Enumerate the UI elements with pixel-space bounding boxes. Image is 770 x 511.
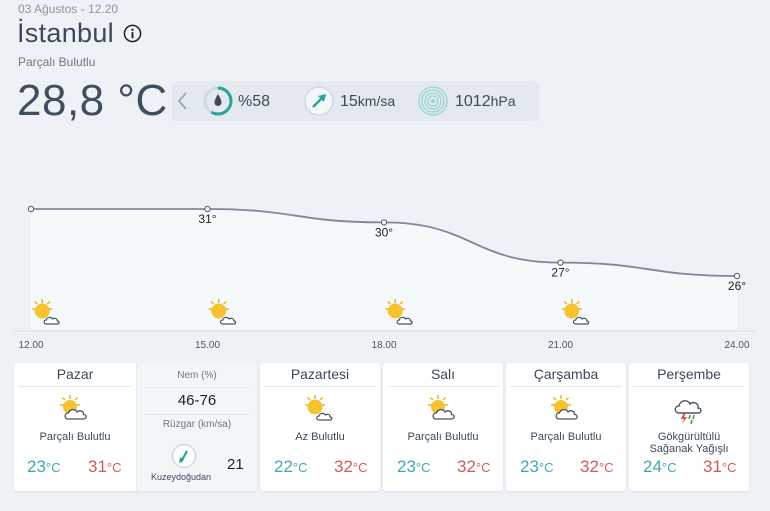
pressure-value: 1012hPa (455, 93, 516, 110)
wind-direction: Kuzeydoğudan (151, 472, 212, 482)
current-condition: Parçalı Bulutlu (18, 55, 96, 69)
day-name: Pazartesi (290, 366, 350, 382)
today-summary: Pazar Parçalı Bulutlu 23°C 31°C (14, 363, 136, 491)
data-point (557, 259, 564, 266)
day-name: Salı (430, 366, 456, 382)
day-name: Perşembe (657, 366, 721, 382)
divider (264, 386, 376, 387)
info-icon[interactable] (123, 24, 142, 43)
weather-description: Parçalı Bulutlu (407, 431, 479, 443)
weather-description: Az Bulutlu (295, 431, 345, 443)
humidity-range: 46-76 (177, 392, 217, 409)
low-temperature: 23°C (397, 457, 431, 476)
wind-direction-icon (304, 86, 334, 116)
forecast-card-today[interactable]: Pazar Parçalı Bulutlu 23°C 31°C Nem (%) … (14, 363, 257, 491)
wind-value: 15km/sa (340, 93, 396, 110)
point-label: 31° (198, 212, 216, 226)
wind-speed: 21 (227, 456, 244, 473)
current-temperature: 28,8 °C (17, 76, 168, 125)
thunderstorm-icon (674, 399, 702, 425)
data-point (733, 272, 741, 280)
hourly-temperature-chart: 12.00 31° 15.00 30° 18.00 27° 21.00 26° 24.00 (14, 205, 756, 351)
divider (145, 414, 249, 415)
wind-label: Rüzgar (km/sa) (162, 419, 232, 430)
point-label: 30° (375, 225, 393, 239)
forecast-card[interactable]: Perşembe Gökgürültülü Sağanak Yağışlı 24°C… (629, 363, 749, 491)
divider (145, 387, 249, 388)
low-temperature: 24°C (643, 457, 677, 476)
low-temperature: 23°C (27, 457, 61, 476)
current-stats-bar: %58 15km/sa 1012hPa (172, 81, 539, 121)
x-tick-label: 21.00 (548, 340, 573, 351)
divider (510, 386, 622, 387)
day-name: Çarşamba (533, 366, 599, 382)
partly-cloudy-icon (427, 394, 455, 420)
high-temperature: 32°C (580, 457, 614, 476)
forecast-card[interactable]: Salı Parçalı Bulutlu 23°C 32°C (383, 363, 503, 491)
date-time: 03 Ağustos - 12.20 (18, 2, 119, 16)
pressure-icon (418, 86, 448, 116)
divider (633, 386, 745, 387)
point-label: 26° (728, 279, 746, 293)
x-tick-label: 18.00 (371, 340, 396, 351)
data-point (204, 205, 211, 213)
data-point (27, 205, 35, 213)
weather-description: Gökgürültülü Sağanak Yağışlı (649, 431, 729, 455)
chevron-left-icon[interactable] (176, 90, 190, 112)
today-details: Nem (%) 46-76 Rüzgar (km/sa) Kuzeydoğuda… (136, 363, 257, 491)
city-name: İstanbul (17, 18, 114, 48)
humidity-icon (203, 86, 233, 116)
weather-description: Parçalı Bulutlu (530, 431, 602, 443)
high-temperature: 31°C (88, 457, 122, 476)
weather-description: Parçalı Bulutlu (39, 431, 111, 443)
forecast-card[interactable]: Pazartesi Az Bulutlu 22°C 32°C (260, 363, 380, 491)
low-temperature: 22°C (274, 457, 308, 476)
data-point (380, 219, 388, 226)
high-temperature: 32°C (457, 457, 491, 476)
day-name: Pazar (56, 366, 94, 382)
forecast-card[interactable]: Çarşamba Parçalı Bulutlu 23°C 32°C (506, 363, 626, 491)
low-temperature: 23°C (520, 457, 554, 476)
mostly-sunny-icon (304, 394, 333, 421)
divider (387, 386, 499, 387)
humidity-label: Nem (%) (177, 370, 217, 381)
high-temperature: 31°C (703, 457, 737, 476)
x-tick-label: 12.00 (18, 340, 43, 351)
wind-direction-icon (171, 443, 197, 469)
partly-cloudy-icon (59, 394, 87, 420)
point-label: 27° (551, 266, 569, 280)
divider (18, 386, 132, 387)
partly-cloudy-icon (550, 394, 578, 420)
humidity-value: %58 (238, 93, 271, 110)
x-tick-label: 24.00 (724, 340, 749, 351)
high-temperature: 32°C (334, 457, 368, 476)
x-tick-label: 15.00 (195, 340, 220, 351)
